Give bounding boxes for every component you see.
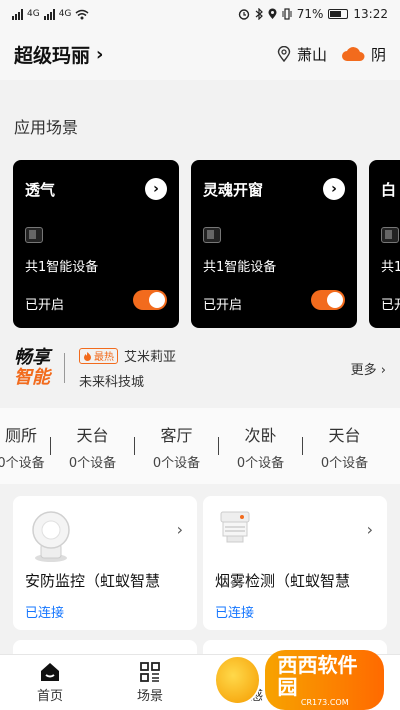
clock: 13:22 [353, 7, 388, 21]
brand-logo-line2: 智能 [14, 367, 50, 388]
brand-subtitle: 未来科技城 [79, 375, 145, 390]
scene-run-button[interactable]: › [145, 178, 167, 200]
hot-name: 艾米莉亚 [124, 350, 177, 365]
room-tab[interactable]: 天台 0个设备 [303, 422, 386, 471]
scene-state: 已开启 [203, 298, 243, 313]
watermark-text: 西西软件园 [277, 653, 358, 699]
room-device-count: 0个设备 [152, 455, 201, 471]
tab-label: 首页 [36, 688, 63, 704]
battery-percent: 71% [296, 7, 324, 21]
device-name: 烟雾检测（虹蚁智慧 [215, 572, 351, 590]
room-name: 厕所 [4, 425, 37, 445]
scene-name: 白 [381, 181, 397, 199]
room-tab[interactable]: 客厅 0个设备 [135, 422, 218, 471]
scene-toggle[interactable] [133, 290, 167, 310]
room-name: 天台 [328, 425, 361, 445]
location-name: 萧山 [296, 45, 327, 64]
home-icon [41, 662, 59, 681]
divider [64, 353, 65, 383]
room-device-count: 0个设备 [0, 455, 45, 471]
tab-scenes[interactable]: 场景 [100, 655, 200, 710]
room-device-count: 0个设备 [236, 455, 285, 471]
chevron-right-icon[interactable]: › [367, 520, 373, 539]
scene-card[interactable]: 灵魂开窗 › 共1智能设备 已开启 [191, 160, 357, 328]
room-tabs: 厕所 0个设备 天台 0个设备 客厅 0个设备 次卧 0个设备 天台 0个设备 [0, 408, 400, 484]
wifi-icon [75, 9, 89, 19]
home-switcher[interactable]: 超级玛丽 › [14, 41, 103, 68]
device-status: 已连接 [215, 606, 255, 621]
chevron-right-icon: › [96, 43, 104, 65]
scene-name: 透气 [25, 181, 56, 199]
status-left: 4G 4G [12, 8, 89, 20]
room-device-count: 0个设备 [68, 455, 117, 471]
room-tab[interactable]: 厕所 0个设备 [0, 422, 50, 471]
location-pin-icon [277, 46, 291, 62]
device-status: 已连接 [25, 606, 65, 621]
room-device-count: 0个设备 [320, 455, 369, 471]
watermark-logo: 西西软件园 CR173.COM [214, 650, 384, 710]
cloud-icon [341, 46, 365, 62]
tab-label: 场景 [136, 688, 163, 704]
header: 超级玛丽 › 萧山 阴 [0, 28, 400, 80]
brand-info[interactable]: 最热 艾米莉亚 未来科技城 [79, 346, 351, 390]
motion-sensor-icon [27, 508, 75, 568]
room-name: 次卧 [244, 425, 277, 445]
grid-icon [140, 661, 160, 682]
more-button[interactable]: 更多 › [351, 359, 386, 378]
chevron-right-icon[interactable]: › [177, 520, 183, 539]
device-name: 安防监控（虹蚁智慧 [25, 572, 161, 590]
room-name: 天台 [76, 425, 109, 445]
chevron-right-icon: › [376, 362, 386, 378]
watermark-text-block: 西西软件园 CR173.COM [265, 650, 384, 710]
scene-device-icon [381, 227, 399, 243]
scene-device-count: 共1 [381, 260, 400, 275]
scene-state: 已开启 [25, 298, 65, 313]
tab-home[interactable]: 首页 [0, 655, 100, 710]
more-label: 更多 [350, 362, 377, 378]
status-right: 71% 13:22 [238, 7, 388, 21]
weather-text: 阴 [370, 45, 386, 64]
scene-toggle[interactable] [311, 290, 345, 310]
fire-icon [84, 351, 91, 361]
scene-name: 灵魂开窗 [203, 181, 264, 199]
hot-label: 最热 [94, 352, 114, 363]
home-name: 超级玛丽 [14, 44, 91, 67]
scene-carousel[interactable]: 透气 › 共1智能设备 已开启 灵魂开窗 › 共1智能设备 已开启 白 共1 已… [0, 160, 400, 330]
network-label-1: 4G [27, 9, 40, 19]
signal-icon [12, 8, 23, 20]
scene-state: 已开 [381, 298, 400, 313]
scene-device-count: 共1智能设备 [25, 260, 99, 275]
bluetooth-icon [255, 8, 263, 20]
status-bar: 4G 4G 71% 13:22 [0, 0, 400, 28]
hot-badge: 最热 [79, 347, 118, 364]
smoke-detector-icon [217, 508, 253, 552]
room-tab[interactable]: 天台 0个设备 [51, 422, 134, 471]
scene-card[interactable]: 透气 › 共1智能设备 已开启 [13, 160, 179, 328]
weather-widget[interactable]: 萧山 阴 [277, 44, 386, 65]
alarm-icon [238, 9, 249, 20]
scene-card-partial[interactable]: 白 共1 已开 [369, 160, 400, 328]
location-status-icon [268, 8, 277, 19]
scenes-section-title: 应用场景 [14, 118, 79, 137]
signal-icon-2 [43, 8, 55, 20]
scene-run-button[interactable]: › [323, 178, 345, 200]
scene-device-count: 共1智能设备 [203, 260, 277, 275]
room-name: 客厅 [160, 425, 193, 445]
device-card[interactable]: › 安防监控（虹蚁智慧 已连接 [13, 496, 197, 630]
device-card[interactable]: › 烟雾检测（虹蚁智慧 已连接 [203, 496, 387, 630]
scene-device-icon [25, 227, 43, 243]
watermark-badge-icon [214, 655, 262, 705]
brand-row: 畅享 智能 最热 艾米莉亚 未来科技城 更多 › [0, 342, 400, 394]
brand-logo: 畅享 智能 [14, 348, 50, 388]
room-tab[interactable]: 次卧 0个设备 [219, 422, 302, 471]
battery-icon [328, 9, 349, 19]
watermark-subtext: CR173.COM [300, 698, 349, 707]
vibrate-icon [282, 8, 292, 20]
brand-logo-line1: 畅享 [14, 347, 50, 368]
scene-device-icon [203, 227, 221, 243]
network-label-2: 4G [58, 9, 72, 19]
